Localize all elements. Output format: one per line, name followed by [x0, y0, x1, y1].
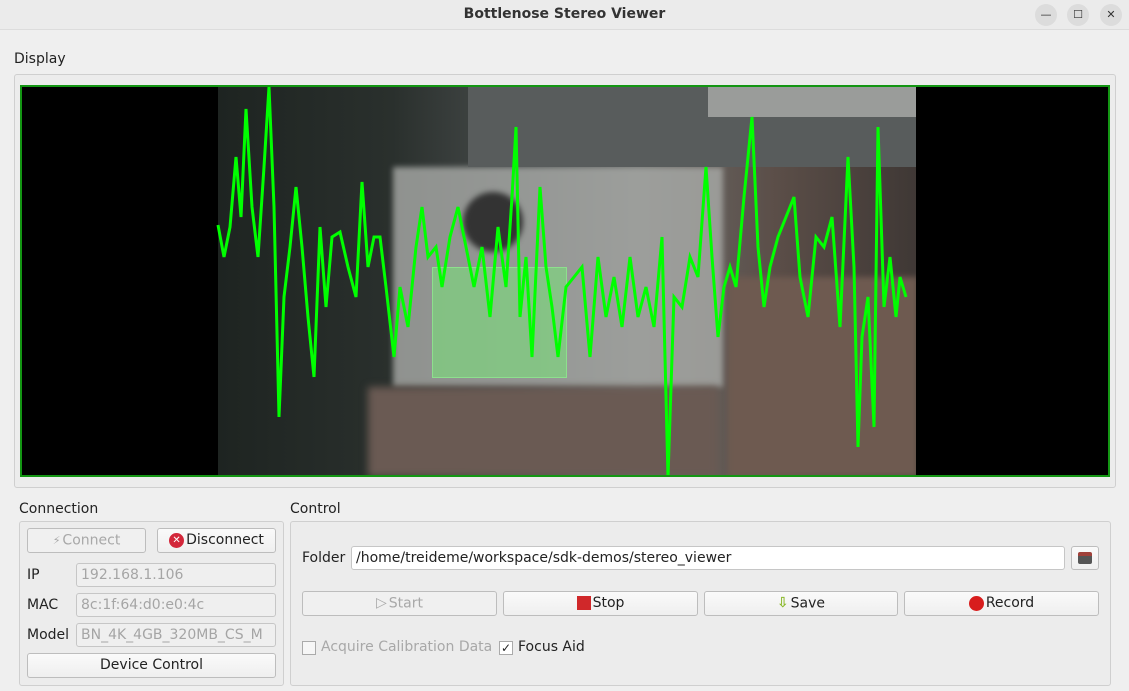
focus-aid-checkbox[interactable]: ✓ — [499, 641, 513, 655]
connection-label: Connection — [19, 501, 99, 517]
play-icon: ▷ — [376, 595, 387, 611]
title-bar: Bottlenose Stereo Viewer — [0, 0, 1129, 30]
folder-label: Folder — [302, 550, 346, 566]
folder-icon — [1078, 552, 1092, 564]
model-label: Model — [27, 627, 70, 643]
image-display — [20, 85, 1110, 477]
download-arrow-icon: ⇩ — [776, 595, 789, 611]
ip-field[interactable]: 192.168.1.106 — [76, 563, 276, 587]
record-label: Record — [985, 595, 1035, 611]
disconnect-icon: ✕ — [169, 532, 185, 548]
stop-label: Stop — [592, 595, 625, 611]
window-title: Bottlenose Stereo Viewer — [463, 6, 666, 22]
stop-icon — [576, 596, 591, 610]
maximize-button[interactable]: ☐ — [1067, 4, 1089, 26]
record-button[interactable]: Record — [904, 591, 1099, 616]
minimize-button[interactable]: — — [1035, 4, 1057, 26]
browse-folder-button[interactable] — [1071, 546, 1099, 570]
focus-aid-label: Focus Aid — [518, 639, 585, 655]
disconnect-label: Disconnect — [186, 532, 264, 548]
display-label: Display — [14, 51, 66, 67]
mac-label: MAC — [27, 597, 59, 613]
connect-label: Connect — [62, 532, 121, 549]
device-control-button[interactable]: Device Control — [27, 653, 276, 678]
start-button[interactable]: ▷ Start — [302, 591, 497, 616]
model-field[interactable]: BN_4K_4GB_320MB_CS_M — [76, 623, 276, 647]
record-icon — [968, 595, 984, 611]
control-label: Control — [290, 501, 341, 517]
disconnect-button[interactable]: ✕ Disconnect — [157, 528, 276, 553]
start-label: Start — [388, 595, 423, 612]
plug-icon: ⚡ — [52, 534, 61, 547]
acquire-calibration-label: Acquire Calibration Data — [321, 639, 493, 655]
save-button[interactable]: ⇩ Save — [704, 591, 898, 616]
folder-input[interactable]: /home/treideme/workspace/sdk-demos/stere… — [351, 546, 1065, 570]
focus-aid-waveform — [216, 87, 908, 475]
checkmark-icon: ✓ — [500, 641, 512, 655]
mac-field[interactable]: 8c:1f:64:d0:e0:4c — [76, 593, 276, 617]
acquire-calibration-checkbox[interactable] — [302, 641, 316, 655]
ip-label: IP — [27, 567, 40, 583]
focus-aid-line — [216, 87, 908, 475]
connect-button[interactable]: ⚡ Connect — [27, 528, 146, 553]
save-label: Save — [790, 595, 826, 612]
close-button[interactable]: ✕ — [1100, 4, 1122, 26]
stop-button[interactable]: Stop — [503, 591, 698, 616]
